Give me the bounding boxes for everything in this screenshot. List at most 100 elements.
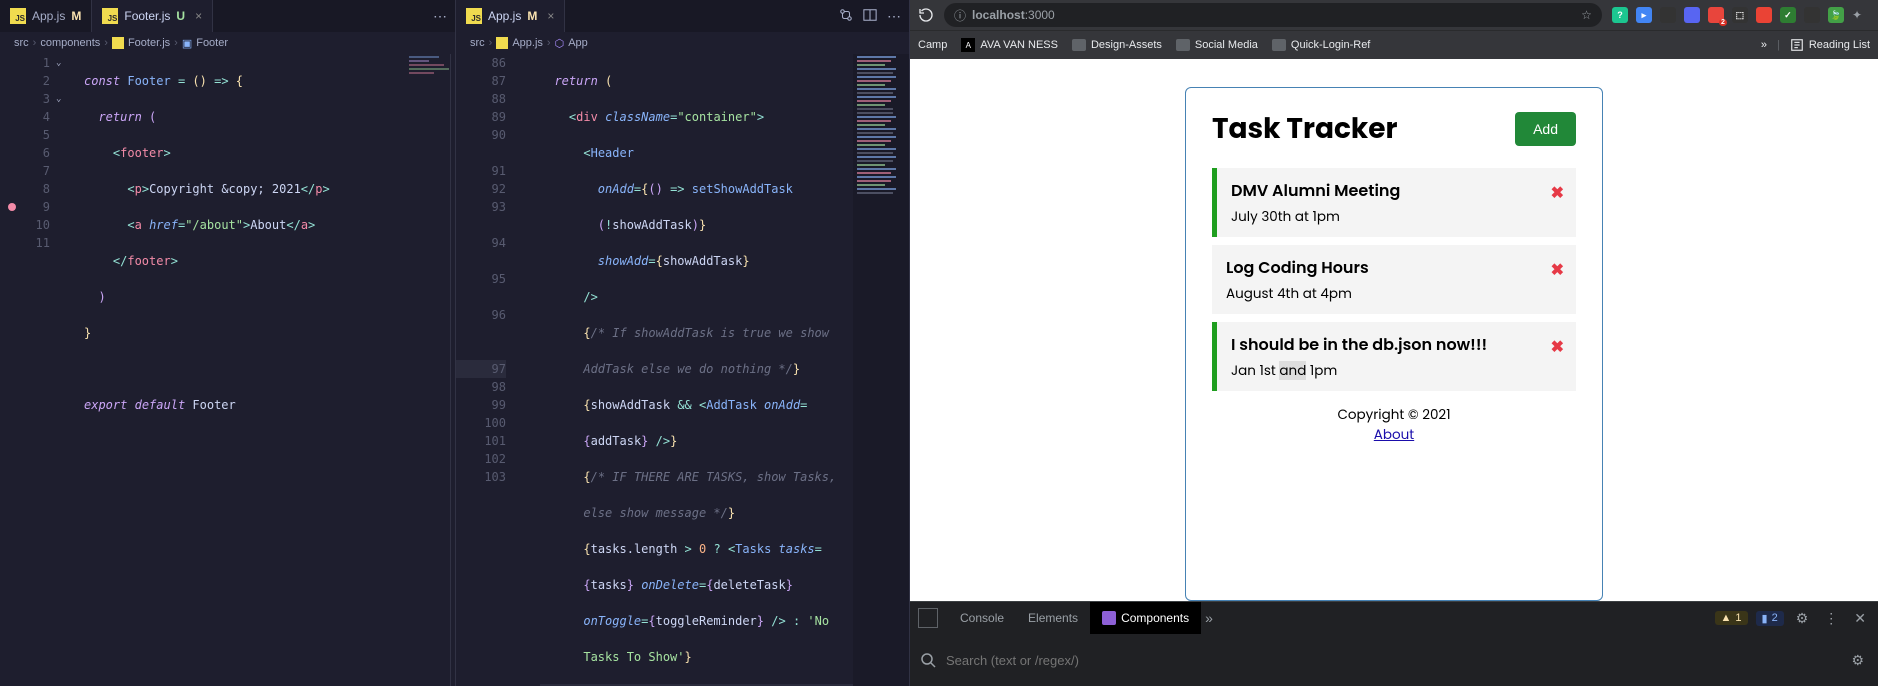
warnings-badge[interactable]: ▲1 <box>1715 611 1748 625</box>
tab-bar-left: JS App.js M JS Footer.js U × ⋯ <box>0 0 455 32</box>
devtools-tab-elements[interactable]: Elements <box>1016 602 1090 634</box>
bookmarks-bar: Camp AAVA VAN NESS Design-Assets Social … <box>910 30 1878 59</box>
crumb[interactable]: App.js <box>512 37 543 49</box>
task-day: August 4th at 4pm <box>1226 284 1562 304</box>
ext-icon[interactable]: ▸ <box>1636 7 1652 23</box>
app-footer: Copyright © 2021 About <box>1212 405 1576 445</box>
code-content[interactable]: return ( <div className="container"> <He… <box>516 54 853 686</box>
bookmark-folder[interactable]: Design-Assets <box>1072 39 1162 51</box>
delete-icon[interactable]: ✖ <box>1551 334 1564 359</box>
star-icon[interactable]: ☆ <box>1581 8 1592 22</box>
more-icon[interactable]: ⋮ <box>1820 610 1842 627</box>
task-item[interactable]: Log Coding Hours August 4th at 4pm ✖ <box>1212 245 1576 314</box>
bookmark-folder[interactable]: Quick-Login-Ref <box>1272 39 1370 51</box>
code-editor-right[interactable]: 86 87 88 89 90 91 92 93 94 95 96 97 98 9… <box>456 54 909 686</box>
reading-list-icon <box>1790 38 1804 52</box>
ext-icon[interactable] <box>1684 7 1700 23</box>
crumb[interactable]: src <box>470 37 485 49</box>
js-icon: JS <box>10 8 26 24</box>
url-text: localhost:3000 <box>972 8 1055 22</box>
breakpoint-icon[interactable] <box>8 203 16 211</box>
tab-untracked-badge: U <box>176 9 185 23</box>
devtools-tab-console[interactable]: Console <box>948 602 1016 634</box>
folder-icon <box>1272 39 1286 51</box>
more-actions-icon[interactable]: ⋯ <box>433 8 447 25</box>
breadcrumb[interactable]: src› components› Footer.js› ▣ Footer <box>0 32 455 54</box>
ext-icon[interactable] <box>1660 7 1676 23</box>
task-text: Log Coding Hours <box>1226 255 1562 280</box>
search-input[interactable] <box>944 652 1839 669</box>
minimap[interactable] <box>407 54 455 114</box>
task-item[interactable]: DMV Alumni Meeting July 30th at 1pm ✖ <box>1212 168 1576 237</box>
adobe-icon: A <box>961 38 975 52</box>
devtools-tabs: Console Elements Components » ▲1 ▮2 ⚙ ⋮ … <box>910 602 1878 634</box>
address-bar[interactable]: ⓘ localhost:3000 ☆ <box>944 3 1602 27</box>
split-editor-icon[interactable] <box>863 8 877 25</box>
ext-icon[interactable] <box>1756 7 1772 23</box>
app-header: Task Tracker Add <box>1212 108 1576 150</box>
devtools-search: ⚙ <box>910 634 1878 686</box>
extension-icons: ? ▸ 2 ⬚ ✓ 🍃 ✦ <box>1612 7 1870 23</box>
ext-icon[interactable] <box>1804 7 1820 23</box>
close-icon[interactable]: × <box>547 9 554 23</box>
tab-label: Footer.js <box>124 9 170 23</box>
bookmark-overflow-icon[interactable]: » <box>1761 39 1767 51</box>
tab-app-js-right[interactable]: JS App.js M × <box>456 0 565 32</box>
crumb[interactable]: Footer <box>196 37 228 49</box>
copyright-text: Copyright © 2021 <box>1212 405 1576 425</box>
tab-modified-badge: M <box>71 9 81 23</box>
more-actions-icon[interactable]: ⋯ <box>887 8 901 25</box>
tab-app-js[interactable]: JS App.js M <box>0 0 92 32</box>
task-item[interactable]: I should be in the db.json now!!! Jan 1s… <box>1212 322 1576 391</box>
task-day: Jan 1st and 1pm <box>1231 361 1562 381</box>
ext-icon[interactable]: ? <box>1612 7 1628 23</box>
crumb[interactable]: src <box>14 37 29 49</box>
breadcrumb[interactable]: src› App.js› ⬡ App <box>456 32 909 54</box>
js-icon: JS <box>466 8 482 24</box>
close-icon[interactable]: × <box>195 9 202 23</box>
reading-list-button[interactable]: Reading List <box>1790 38 1870 52</box>
messages-badge[interactable]: ▮2 <box>1756 611 1784 626</box>
tab-bar-right: JS App.js M × ⋯ <box>456 0 909 32</box>
delete-icon[interactable]: ✖ <box>1551 180 1564 205</box>
delete-icon[interactable]: ✖ <box>1551 257 1564 282</box>
tab-footer-js[interactable]: JS Footer.js U × <box>92 0 213 32</box>
task-tracker-app: Task Tracker Add DMV Alumni Meeting July… <box>1185 87 1603 601</box>
code-content[interactable]: const Footer = () => { return ( <footer>… <box>60 54 455 686</box>
extensions-icon[interactable]: ✦ <box>1852 8 1862 22</box>
about-link[interactable]: About <box>1374 425 1414 444</box>
bookmark-folder[interactable]: Social Media <box>1176 39 1258 51</box>
js-icon <box>112 37 124 49</box>
browser-pane: ⓘ localhost:3000 ☆ ? ▸ 2 ⬚ ✓ 🍃 ✦ Camp AA… <box>910 0 1878 686</box>
crumb[interactable]: components <box>40 37 100 49</box>
folder-icon <box>1176 39 1190 51</box>
compare-icon[interactable] <box>839 8 853 25</box>
ext-icon[interactable]: ⬚ <box>1732 7 1748 23</box>
code-editor-left[interactable]: 1 2 3 4 5 6 7 8 9 10 11 ⌄ ⌄ const Footer… <box>0 54 455 686</box>
tab-modified-badge: M <box>527 9 537 23</box>
task-text: I should be in the db.json now!!! <box>1231 332 1562 357</box>
ext-icon[interactable]: 🍃 <box>1828 7 1844 23</box>
close-icon[interactable]: ✕ <box>1850 610 1870 627</box>
ext-icon[interactable]: ✓ <box>1780 7 1796 23</box>
devtools-overflow-icon[interactable]: » <box>1201 610 1217 626</box>
gutter: 1 2 3 4 5 6 7 8 9 10 11 <box>0 54 60 686</box>
reload-icon[interactable] <box>918 7 934 23</box>
bookmark-item[interactable]: Camp <box>918 39 947 51</box>
inspect-icon[interactable] <box>918 608 938 628</box>
gear-icon[interactable]: ⚙ <box>1847 652 1868 669</box>
warning-icon: ▲ <box>1721 612 1732 624</box>
gear-icon[interactable]: ⚙ <box>1792 610 1813 627</box>
react-icon <box>1102 611 1116 625</box>
bookmark-item[interactable]: AAVA VAN NESS <box>961 38 1058 52</box>
crumb[interactable]: Footer.js <box>128 37 170 49</box>
devtools-tab-components[interactable]: Components <box>1090 602 1201 634</box>
site-info-icon[interactable]: ⓘ <box>954 7 966 24</box>
editor-pane-right: JS App.js M × ⋯ src› App.js› ⬡ App 86 87… <box>456 0 910 686</box>
add-button[interactable]: Add <box>1515 112 1576 146</box>
gutter: 86 87 88 89 90 91 92 93 94 95 96 97 98 9… <box>456 54 516 686</box>
ext-icon[interactable]: 2 <box>1708 7 1724 23</box>
crumb[interactable]: App <box>568 37 588 49</box>
minimap[interactable] <box>853 54 909 686</box>
devtools: Console Elements Components » ▲1 ▮2 ⚙ ⋮ … <box>910 601 1878 686</box>
